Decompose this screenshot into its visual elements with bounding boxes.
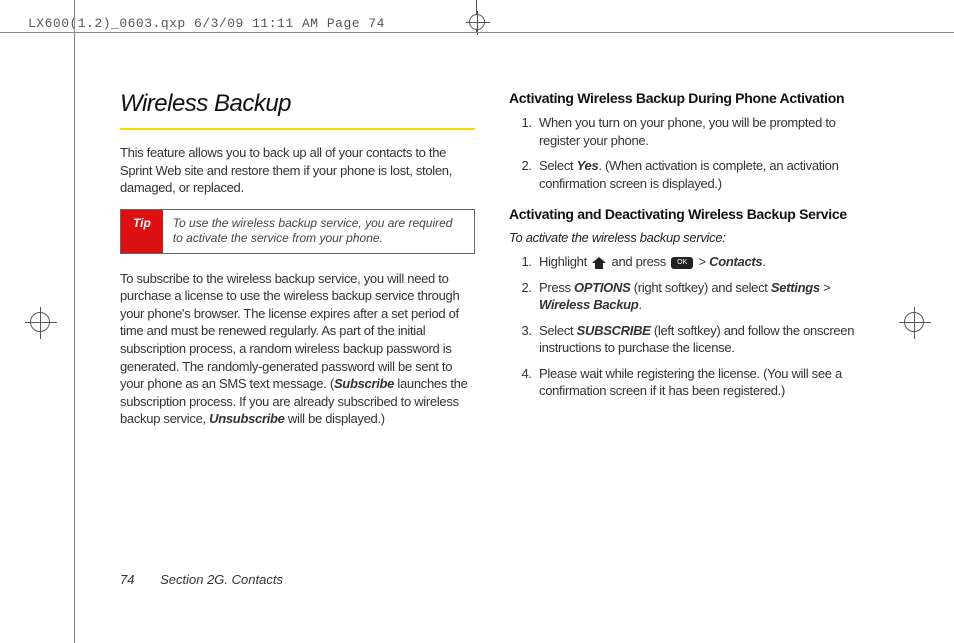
step-item: Press OPTIONS (right softkey) and select… (535, 279, 864, 314)
step-text: Press (539, 280, 574, 295)
manual-page: LX600(1.2)_0603.qxp 6/3/09 11:11 AM Page… (0, 0, 954, 643)
intro-paragraph: This feature allows you to back up all o… (120, 144, 475, 197)
para-text: To subscribe to the wireless backup serv… (120, 271, 459, 391)
step-text: Highlight (539, 254, 590, 269)
menu-ok-icon: OK (671, 257, 693, 269)
yes-word: Yes (577, 158, 599, 173)
trim-rule-left (74, 0, 75, 643)
step-item: When you turn on your phone, you will be… (535, 114, 864, 149)
page-footer: 74 Section 2G. Contacts (120, 572, 283, 587)
step-item: Please wait while registering the licens… (535, 365, 864, 400)
registration-mark-right (904, 312, 924, 332)
settings-word: Settings (771, 280, 820, 295)
subscribe-softkey-word: SUBSCRIBE (577, 323, 651, 338)
tip-text: To use the wireless backup service, you … (163, 210, 474, 253)
tip-label: Tip (121, 210, 163, 253)
trim-rule-top (0, 32, 954, 33)
page-number: 74 (120, 572, 134, 587)
steps-service: Highlight and press OK > Contacts. Press… (509, 253, 864, 400)
registration-mark-left (30, 312, 50, 332)
print-header-slug: LX600(1.2)_0603.qxp 6/3/09 11:11 AM Page… (28, 16, 385, 31)
step-text: > (820, 280, 831, 295)
home-icon (592, 257, 606, 269)
steps-activation: When you turn on your phone, you will be… (509, 114, 864, 192)
step-text: and press (608, 254, 669, 269)
step-text: (right softkey) and select (630, 280, 770, 295)
wireless-backup-word: Wireless Backup (539, 297, 638, 312)
section-title: Wireless Backup (120, 90, 475, 130)
step-text: > (695, 254, 709, 269)
subscription-paragraph: To subscribe to the wireless backup serv… (120, 270, 475, 428)
contacts-word: Contacts (709, 254, 762, 269)
subheading-activating-deactivating: Activating and Deactivating Wireless Bac… (509, 206, 864, 222)
subheading-activating-during: Activating Wireless Backup During Phone … (509, 90, 864, 106)
options-word: OPTIONS (574, 280, 630, 295)
para-text: will be displayed.) (285, 411, 385, 426)
content-columns: Wireless Backup This feature allows you … (120, 90, 864, 440)
step-item: Select SUBSCRIBE (left softkey) and foll… (535, 322, 864, 357)
registration-mark-top (469, 14, 485, 30)
step-item: Highlight and press OK > Contacts. (535, 253, 864, 271)
step-text: . (762, 254, 765, 269)
left-column: Wireless Backup This feature allows you … (120, 90, 475, 440)
section-label: Section 2G. Contacts (160, 572, 283, 587)
subscribe-word: Subscribe (334, 376, 394, 391)
sub-instruction: To activate the wireless backup service: (509, 230, 864, 245)
step-text: . (638, 297, 641, 312)
unsubscribe-word: Unsubscribe (209, 411, 284, 426)
step-item: Select Yes. (When activation is complete… (535, 157, 864, 192)
step-text: Select (539, 158, 577, 173)
tip-box: Tip To use the wireless backup service, … (120, 209, 475, 254)
right-column: Activating Wireless Backup During Phone … (509, 90, 864, 440)
step-text: Select (539, 323, 577, 338)
